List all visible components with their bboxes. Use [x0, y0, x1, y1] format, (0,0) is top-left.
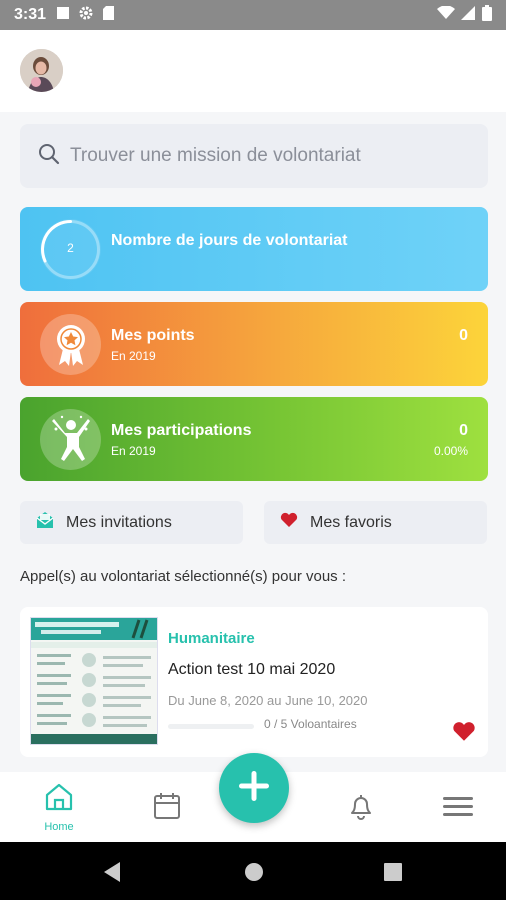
favorites-button[interactable]: Mes favoris: [264, 501, 487, 544]
heart-icon: [280, 512, 298, 533]
user-avatar[interactable]: [20, 49, 63, 92]
days-title: Nombre de jours de volontariat: [111, 232, 348, 249]
add-fab-button[interactable]: [219, 753, 289, 823]
points-value: 0: [459, 327, 468, 344]
participations-value: 0: [459, 422, 468, 439]
mission-category: Humanitaire: [168, 630, 255, 647]
home-icon: [44, 782, 74, 817]
search-placeholder: Trouver une mission de volontariat: [70, 145, 361, 166]
invitations-button[interactable]: Mes invitations: [20, 501, 243, 544]
status-bar: 3:31: [0, 0, 506, 30]
calendar-icon: [153, 792, 181, 825]
points-card[interactable]: Mes points En 2019 0: [20, 302, 488, 386]
participations-percent: 0.00%: [433, 444, 468, 458]
recents-square-icon[interactable]: [384, 863, 402, 886]
mission-card[interactable]: Humanitaire Action test 10 mai 2020 Du J…: [20, 607, 488, 757]
invitations-label: Mes invitations: [66, 513, 172, 531]
days-count: 2: [67, 241, 74, 255]
envelope-icon: [36, 511, 54, 534]
back-icon[interactable]: [102, 861, 122, 888]
plus-icon: [237, 769, 271, 808]
nav-calendar[interactable]: [137, 772, 197, 842]
participations-year: En 2019: [111, 444, 156, 458]
nav-menu[interactable]: [428, 772, 488, 842]
search-icon: [38, 143, 60, 170]
home-circle-icon[interactable]: [244, 862, 264, 887]
celebrating-person-icon: [48, 415, 94, 468]
nav-home[interactable]: Home: [29, 772, 89, 842]
settings-gear-icon: [78, 5, 94, 26]
mission-dates: Du June 8, 2020 au June 10, 2020: [168, 693, 368, 708]
nav-notifications[interactable]: [331, 772, 391, 842]
mission-thumbnail: [30, 617, 158, 745]
sd-card-icon: [102, 5, 115, 26]
wifi-icon: [437, 4, 455, 25]
participations-title: Mes participations: [111, 422, 252, 439]
points-year: En 2019: [111, 349, 156, 363]
status-time: 3:31: [14, 6, 47, 23]
award-medal-icon: [54, 323, 88, 372]
days-progress-ring: 2: [40, 219, 101, 280]
volunteer-progress-bar: [168, 724, 254, 729]
participations-badge: [40, 409, 101, 470]
section-title: Appel(s) au volontariat sélectionné(s) p…: [20, 568, 347, 585]
volunteer-count: 0 / 5 Voloantaires: [264, 717, 357, 731]
favorites-label: Mes favoris: [310, 513, 392, 531]
nav-home-label: Home: [44, 821, 74, 833]
hamburger-menu-icon: [442, 796, 474, 823]
signal-icon: [461, 5, 476, 25]
participations-card[interactable]: Mes participations En 2019 0 0.00%: [20, 397, 488, 481]
battery-icon: [482, 4, 492, 26]
system-nav-bar: [0, 842, 506, 900]
days-volunteering-card[interactable]: 2 Nombre de jours de volontariat: [20, 207, 488, 291]
favorite-heart-icon[interactable]: [452, 721, 476, 747]
points-badge: [40, 314, 101, 375]
main-content: Trouver une mission de volontariat 2 Nom…: [0, 112, 506, 772]
points-title: Mes points: [111, 327, 195, 344]
bell-icon: [347, 792, 375, 825]
notification-square-icon: [56, 6, 70, 25]
mission-title: Action test 10 mai 2020: [168, 661, 336, 678]
search-bar[interactable]: Trouver une mission de volontariat: [20, 124, 488, 188]
app-header: [0, 30, 506, 112]
